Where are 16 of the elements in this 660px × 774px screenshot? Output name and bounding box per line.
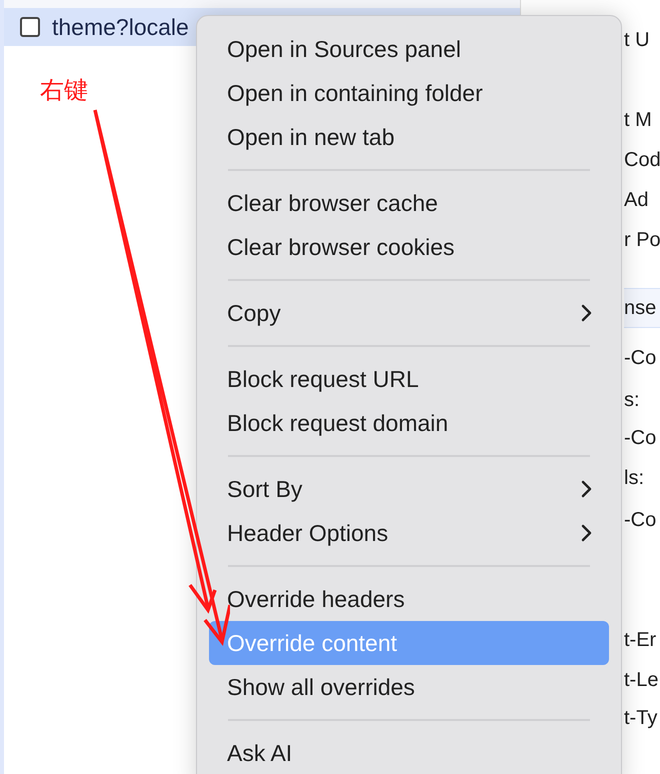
annotation-label: 右键 (40, 75, 88, 106)
detail-text: ls: (624, 466, 644, 491)
detail-text: -Co (624, 426, 656, 451)
detail-text: t-Le (624, 668, 658, 693)
detail-text: t M (624, 108, 652, 133)
detail-text: r Po (624, 228, 660, 253)
request-name: theme?locale (52, 12, 189, 42)
detail-text: -Co (624, 508, 656, 533)
detail-text: Ad (624, 188, 648, 213)
detail-text: Cod (624, 148, 660, 173)
detail-text: -Co (624, 346, 656, 371)
section-header: nse (624, 296, 656, 321)
detail-text: t-Er (624, 628, 656, 653)
detail-text: t-Ty (624, 706, 658, 731)
detail-text: s: (624, 388, 640, 413)
detail-text: t U (624, 28, 650, 53)
